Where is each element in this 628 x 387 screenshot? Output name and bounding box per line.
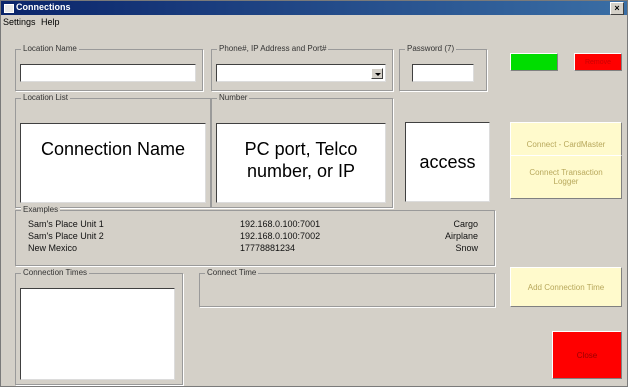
close-button[interactable]: Close [552,331,622,379]
close-window-icon[interactable]: × [610,2,624,15]
connect-time-label: Connect Time [205,268,259,277]
examples-group: Examples Sam's Place Unit 1 192.168.0.10… [15,205,495,266]
example-number: 192.168.0.100:7002 [240,231,321,241]
menu-settings[interactable]: Settings [3,17,36,27]
number-label: Number [217,93,250,102]
password-group: Password (7) [399,44,487,91]
connect-transaction-logger-button[interactable]: Connect Transaction Logger [510,155,622,199]
window-title: Connections [16,2,71,12]
remove-location-label: Remove [584,58,612,66]
menu-bar: Settings Help [1,15,627,29]
location-list-box[interactable]: Connection Name [20,123,206,203]
connection-times-list[interactable] [20,288,175,380]
connections-window: Connections × Settings Help Location Nam… [0,0,628,387]
title-bar: Connections × [1,1,627,15]
access-list-box[interactable]: access [405,122,490,202]
password-input[interactable] [412,64,474,82]
examples-label: Examples [21,205,61,214]
remove-location-button[interactable]: Remove [574,53,622,71]
password-label: Password (7) [405,44,457,53]
add-connection-time-button[interactable]: Add Connection Time [510,267,622,307]
number-group: Number PC port, Telco number, or IP [211,93,393,208]
phone-ip-label: Phone#, IP Address and Port# [217,44,329,53]
example-password: Airplane [444,231,478,241]
example-password: Snow [455,243,478,253]
connection-times-label: Connection Times [21,268,90,277]
example-name: New Mexico [28,243,78,253]
example-name: Sam's Place Unit 1 [28,219,104,229]
example-number: 17778881234 [240,243,296,253]
location-list-group: Location List Connection Name [15,93,211,208]
example-password: Cargo [453,219,478,229]
chevron-down-icon[interactable] [371,68,383,79]
phone-ip-select[interactable] [216,64,386,82]
close-button-label: Close [576,350,598,360]
add-location-button[interactable] [510,53,558,71]
app-icon [4,4,14,13]
location-name-group: Location Name [15,44,203,91]
location-name-label: Location Name [21,44,79,53]
example-number: 192.168.0.100:7001 [240,219,321,229]
location-name-input[interactable] [20,64,196,82]
connection-times-group: Connection Times [15,268,183,385]
connect-time-group: Connect Time [199,268,495,307]
number-list-box[interactable]: PC port, Telco number, or IP [216,123,386,203]
example-name: Sam's Place Unit 2 [28,231,104,241]
menu-help[interactable]: Help [41,17,60,27]
phone-ip-group: Phone#, IP Address and Port# [211,44,393,91]
location-list-label: Location List [21,93,70,102]
